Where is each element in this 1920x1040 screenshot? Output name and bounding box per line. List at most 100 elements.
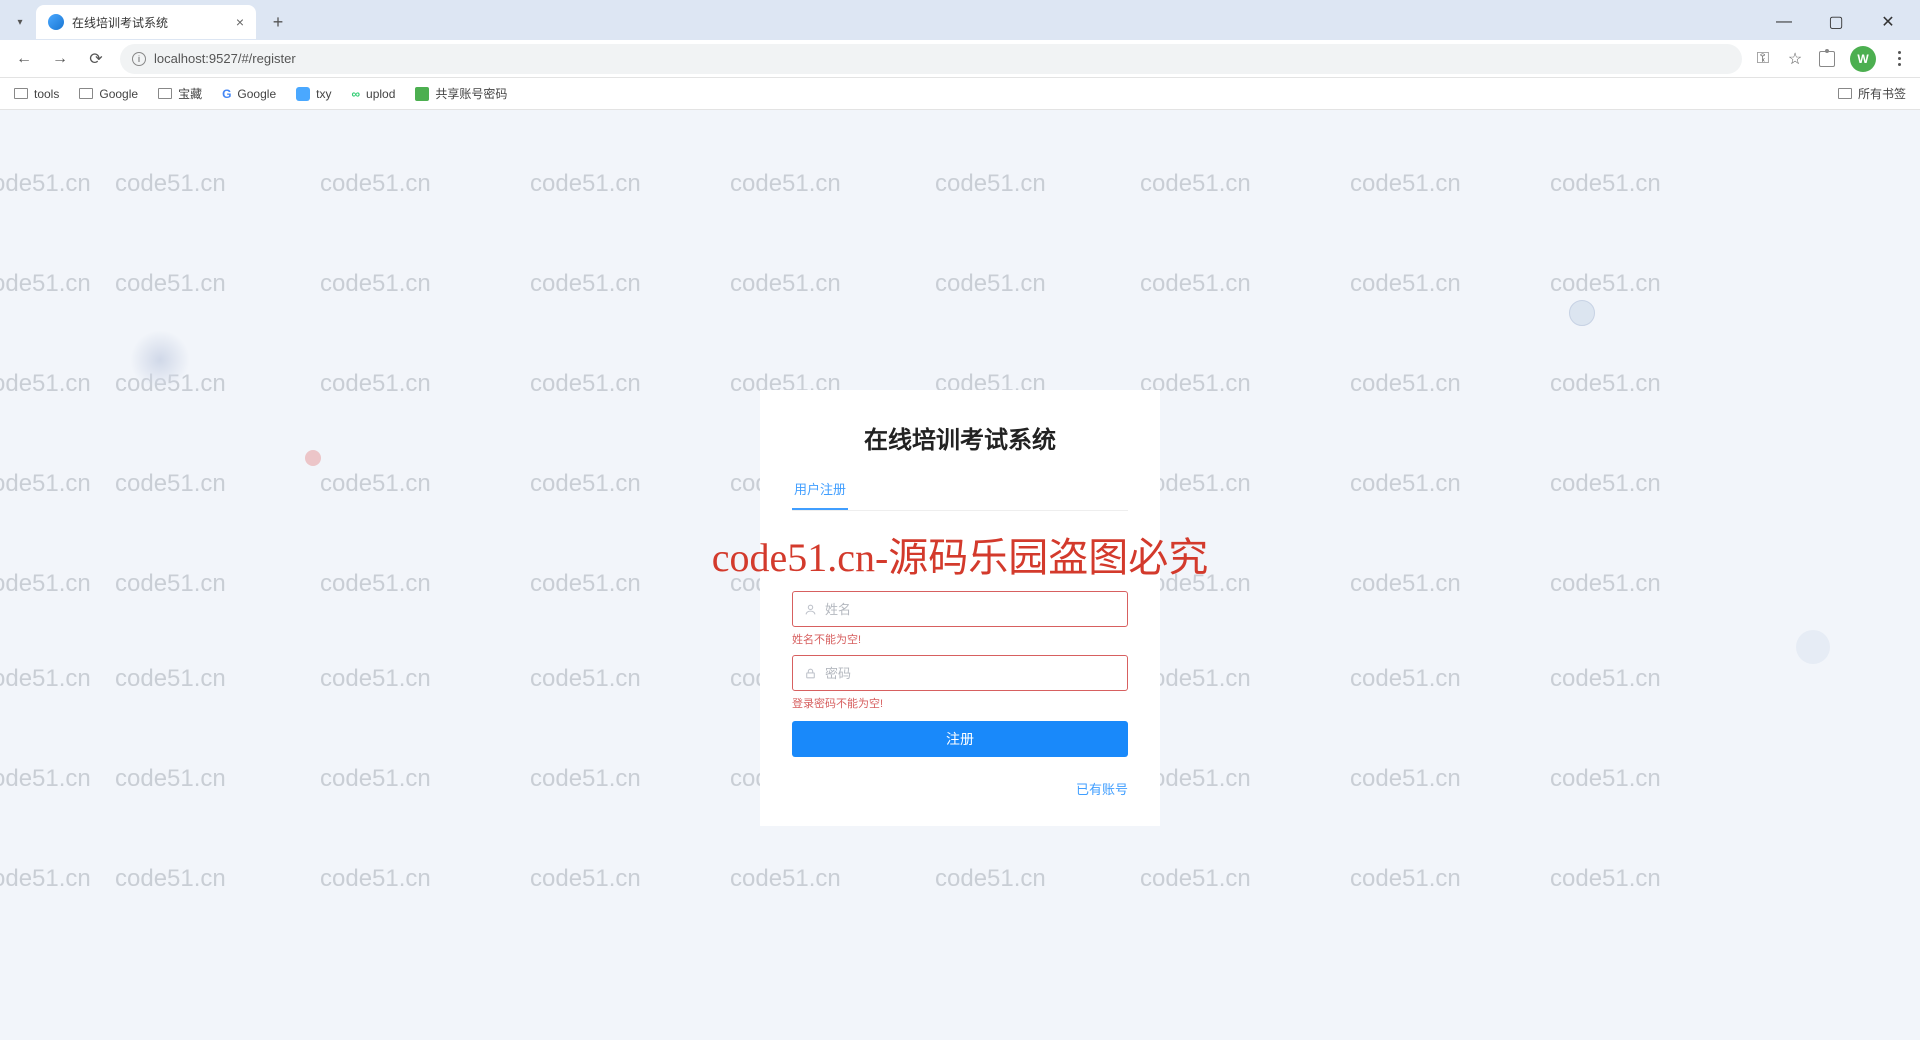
watermark-text: code51.cn: [530, 270, 641, 298]
url-text: localhost:9527/#/register: [154, 51, 296, 66]
watermark-text: code51.cn: [320, 470, 431, 498]
bookmark-google-2[interactable]: GGoogle: [222, 87, 276, 101]
bookmark-all[interactable]: 所有书签: [1838, 85, 1906, 102]
folder-icon: [79, 88, 93, 99]
bookmark-label: tools: [34, 87, 59, 101]
tab-title: 在线培训考试系统: [72, 14, 228, 31]
deco-circle: [1796, 630, 1830, 664]
realname-input-wrap: [792, 591, 1128, 627]
watermark-text: code51.cn: [1140, 270, 1251, 298]
watermark-text: code51.cn: [935, 865, 1046, 893]
back-button[interactable]: ←: [12, 47, 36, 71]
watermark-text: code51.cn: [320, 570, 431, 598]
watermark-text: code51.cn: [115, 270, 226, 298]
watermark-text: code51.cn: [0, 170, 91, 198]
bookmark-treasure[interactable]: 宝藏: [158, 85, 202, 102]
watermark-text: code51.cn: [0, 665, 91, 693]
tab-register[interactable]: 用户注册: [792, 479, 848, 510]
folder-icon: [14, 88, 28, 99]
watermark-text: code51.cn: [320, 865, 431, 893]
watermark-text: code51.cn: [935, 270, 1046, 298]
tab-bar: ▾ 在线培训考试系统 × + — ▢ ✕: [0, 0, 1920, 40]
bookmark-shared-account[interactable]: 共享账号密码: [415, 85, 507, 102]
register-card: 在线培训考试系统 用户注册 姓名不能为空! 登录密码不能为空!: [760, 390, 1160, 826]
deco-circle: [305, 450, 321, 466]
watermark-text: code51.cn: [730, 865, 841, 893]
watermark-text: code51.cn: [1350, 665, 1461, 693]
watermark-text: code51.cn: [0, 865, 91, 893]
bookmark-uplod[interactable]: ∞ uplod: [351, 87, 395, 101]
txy-icon: [296, 87, 310, 101]
bookmark-txy[interactable]: txy: [296, 87, 331, 101]
watermark-text: code51.cn: [935, 170, 1046, 198]
watermark-text: code51.cn: [115, 765, 226, 793]
close-window-button[interactable]: ✕: [1866, 7, 1910, 37]
url-input[interactable]: i localhost:9527/#/register: [120, 44, 1742, 74]
browser-menu-icon[interactable]: [1890, 50, 1908, 68]
watermark-text: code51.cn: [0, 470, 91, 498]
realname-input[interactable]: [825, 602, 1117, 617]
watermark-text: code51.cn: [115, 865, 226, 893]
user-icon: [803, 603, 817, 616]
login-link[interactable]: 已有账号: [1076, 782, 1128, 797]
watermark-text: code51.cn: [1140, 170, 1251, 198]
forward-button[interactable]: →: [48, 47, 72, 71]
extensions-icon[interactable]: [1818, 50, 1836, 68]
watermark-text: code51.cn: [0, 765, 91, 793]
watermark-text: code51.cn: [320, 765, 431, 793]
bookmark-bar: tools Google 宝藏 GGoogle txy ∞ uplod 共享账号密…: [0, 78, 1920, 110]
tab-favicon-icon: [48, 14, 64, 30]
bookmark-label: 宝藏: [178, 85, 202, 102]
tab-close-icon[interactable]: ×: [236, 14, 244, 30]
watermark-text: code51.cn: [530, 570, 641, 598]
reload-button[interactable]: ⟳: [84, 47, 108, 71]
watermark-text: code51.cn: [0, 270, 91, 298]
password-input[interactable]: [825, 666, 1117, 681]
watermark-text: code51.cn: [115, 470, 226, 498]
bookmark-tools[interactable]: tools: [14, 87, 59, 101]
page-content: code51.cn code51.cn code51.cn code51.cn code…: [0, 110, 1920, 1040]
watermark-text: code51.cn: [530, 370, 641, 398]
site-info-icon[interactable]: i: [132, 52, 146, 66]
minimize-button[interactable]: —: [1762, 7, 1806, 37]
deco-circle: [1569, 300, 1595, 326]
uplod-icon: ∞: [351, 87, 360, 101]
profile-avatar[interactable]: W: [1850, 46, 1876, 72]
bookmark-label: uplod: [366, 87, 395, 101]
watermark-text: code51.cn: [1350, 865, 1461, 893]
watermark-text: code51.cn: [1350, 270, 1461, 298]
folder-icon: [158, 88, 172, 99]
watermark-text: code51.cn: [1550, 665, 1661, 693]
watermark-text: code51.cn: [1550, 570, 1661, 598]
watermark-text: code51.cn: [1550, 765, 1661, 793]
watermark-text: code51.cn: [730, 270, 841, 298]
bookmark-label: 共享账号密码: [435, 85, 507, 102]
watermark-text: code51.cn: [115, 570, 226, 598]
maximize-button[interactable]: ▢: [1814, 7, 1858, 37]
bookmark-star-icon[interactable]: [1786, 50, 1804, 68]
realname-error: 姓名不能为空!: [792, 631, 1128, 647]
tab-search-dropdown[interactable]: ▾: [10, 12, 30, 32]
folder-icon: [1838, 88, 1852, 99]
bookmark-google-1[interactable]: Google: [79, 87, 138, 101]
watermark-text: code51.cn: [530, 765, 641, 793]
bookmark-label: 所有书签: [1858, 85, 1906, 102]
password-key-icon[interactable]: ⚿: [1754, 50, 1772, 68]
browser-tab[interactable]: 在线培训考试系统 ×: [36, 5, 256, 39]
watermark-text: code51.cn: [1550, 270, 1661, 298]
watermark-text: code51.cn: [730, 170, 841, 198]
watermark-text: code51.cn: [1550, 170, 1661, 198]
watermark-text: code51.cn: [320, 270, 431, 298]
watermark-text: code51.cn: [1140, 865, 1251, 893]
watermark-text: code51.cn: [530, 865, 641, 893]
watermark-text: code51.cn: [0, 570, 91, 598]
login-link-row: 已有账号: [792, 779, 1128, 798]
watermark-text: code51.cn: [0, 370, 91, 398]
watermark-text: code51.cn: [320, 170, 431, 198]
register-button[interactable]: 注册: [792, 721, 1128, 757]
watermark-text: code51.cn: [1550, 865, 1661, 893]
watermark-text: code51.cn: [1350, 470, 1461, 498]
password-input-wrap: [792, 655, 1128, 691]
new-tab-button[interactable]: +: [264, 8, 292, 36]
realname-row: 姓名不能为空!: [792, 591, 1128, 647]
